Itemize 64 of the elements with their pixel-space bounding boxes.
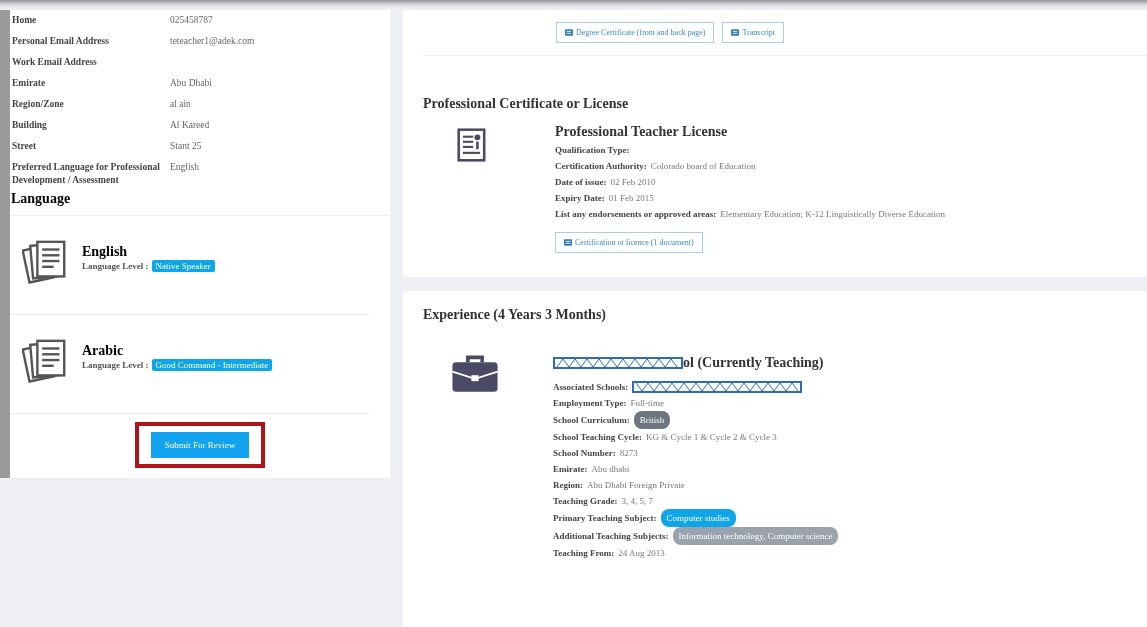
field-label: Emirate (12, 77, 47, 90)
field-value: Elementary Education; K-12 Linguistically Diverse Education (720, 208, 945, 221)
document-icon (731, 29, 740, 36)
field-value: 24 Aug 2013 (618, 547, 665, 560)
subject-badge: Computer studies (660, 509, 736, 527)
submit-button[interactable]: Submit For Review (150, 432, 250, 458)
field-value: English (170, 161, 200, 174)
field-value: Stant 25 (170, 140, 202, 153)
field-label: Date of issue: (555, 176, 607, 189)
field-label: Region: (553, 479, 583, 492)
field-value: 3, 4, 5, 7 (621, 495, 653, 508)
section-heading: Professional Certificate or License (423, 96, 630, 112)
field-value: 01 Feb 2015 (608, 192, 654, 205)
subject-badge: British (633, 411, 671, 429)
section-heading: Language (10, 191, 390, 216)
section-heading: Experience (4 Years 3 Months) (423, 307, 607, 323)
level-badge: Good Command - Intermediate (151, 359, 273, 371)
field-label: Employment Type: (553, 397, 627, 410)
field-value: Colorado board of Education (650, 160, 756, 173)
field-label: Additional Teaching Subjects: (553, 530, 669, 543)
subject-badge: Information technology, Computer science (672, 527, 839, 545)
field-value: 8273 (619, 447, 638, 460)
field-label: Certification Authority: (555, 160, 647, 173)
document-icon (565, 29, 573, 36)
entry-title: ol (Currently Teaching) (683, 355, 824, 371)
field-value: Full-time (630, 397, 664, 410)
document-button[interactable]: Transcript (722, 22, 785, 43)
field-label: School Number: (553, 447, 616, 460)
field-label: Work Email Address (12, 56, 98, 69)
field-value: teteacher1@adek.com (170, 35, 255, 48)
field-label: Emirate: (553, 463, 588, 476)
field-label: Street (12, 140, 38, 153)
field-label: Teaching From: (553, 547, 615, 560)
level-badge: Native Speaker (151, 260, 215, 272)
field-value: 02 Feb 2010 (610, 176, 656, 189)
language-name: English (82, 244, 129, 260)
document-button[interactable]: Degree Certificate (front and back page) (556, 22, 715, 43)
field-label: Personal Email Address (12, 35, 110, 48)
document-icon (564, 239, 572, 246)
field-label: Teaching Grade: (553, 495, 618, 508)
field-value: Abu Dhabi (170, 77, 212, 90)
field-label: Primary Teaching Subject: (553, 512, 657, 525)
field-label: List any endorsements or approved areas: (555, 208, 717, 221)
field-label: Language Level : (82, 360, 149, 370)
language-name: Arabic (82, 343, 125, 359)
field-label: School Curriculum: (553, 414, 630, 427)
field-value: Al Kareed (170, 119, 210, 132)
briefcase-icon (451, 355, 499, 393)
entry-title: Professional Teacher License (555, 124, 729, 140)
field-label: Associated Schools: (553, 381, 629, 394)
field-label: School Teaching Cycle: (553, 431, 642, 444)
field-value: Abu Dhabi Foreign Private (587, 479, 685, 492)
field-label: Language Level : (82, 261, 149, 271)
field-value: KG & Cycle 1 & Cycle 2 & Cycle 3 (646, 431, 777, 444)
field-label: Qualification Type: (555, 144, 630, 157)
field-label: Preferred Language for Professional Development / Assessment (12, 161, 161, 187)
field-value: 025458787 (170, 14, 213, 27)
document-button[interactable]: Certification or licence (1 document) (555, 232, 703, 253)
field-value: al ain (170, 98, 191, 111)
field-label: Expiry Date: (555, 192, 605, 205)
field-value: Abu dhabi (591, 463, 630, 476)
field-label: Building (12, 119, 48, 132)
field-label: Region/Zone (12, 98, 65, 111)
field-label: Home (12, 14, 38, 27)
